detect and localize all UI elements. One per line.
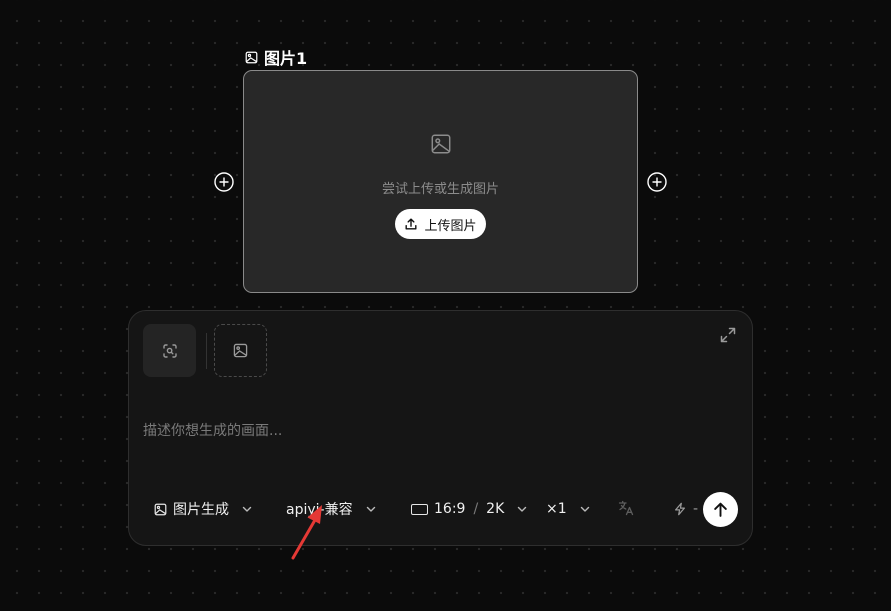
cost-indicator: - bbox=[673, 497, 698, 521]
translate-icon[interactable] bbox=[618, 500, 634, 516]
image-icon bbox=[154, 503, 167, 515]
aspect-ratio-select[interactable]: 16:9 / 2K bbox=[411, 497, 528, 521]
chevron-down-icon bbox=[366, 506, 375, 512]
image-count-value: ×1 bbox=[546, 501, 567, 517]
image-icon bbox=[233, 343, 248, 358]
rectangle-icon bbox=[411, 503, 428, 515]
scan-search-icon bbox=[162, 343, 177, 358]
resolution-value: 2K bbox=[486, 501, 505, 517]
node-title: 图片1 bbox=[245, 47, 308, 68]
chevron-down-icon bbox=[242, 506, 252, 512]
upload-image-label: 上传图片 bbox=[424, 218, 477, 234]
empty-hint: 尝试上传或生成图片 bbox=[381, 182, 499, 197]
mode-select[interactable]: 图片生成 bbox=[154, 497, 253, 521]
node-title-text: 图片1 bbox=[264, 49, 308, 68]
arrow-up-icon bbox=[714, 502, 727, 517]
upload-image-button[interactable]: 上传图片 bbox=[395, 209, 486, 239]
image-placeholder-icon bbox=[431, 134, 451, 154]
prompt-panel: 图片生成 apiyi-兼容 16:9 / 2K ×1 - bbox=[128, 310, 753, 546]
upload-icon bbox=[405, 218, 417, 230]
chevron-down-icon bbox=[580, 506, 589, 512]
aspect-ratio-value: 16:9 bbox=[434, 501, 466, 517]
annotation-arrow bbox=[291, 505, 322, 560]
ratio-separator: / bbox=[473, 501, 479, 517]
image-count-select[interactable]: ×1 bbox=[546, 497, 591, 521]
expand-icon[interactable] bbox=[720, 327, 736, 343]
image-node[interactable]: 尝试上传或生成图片 上传图片 bbox=[243, 70, 638, 293]
add-node-right-button[interactable] bbox=[647, 172, 667, 192]
image-icon bbox=[245, 51, 258, 63]
reference-select-button[interactable] bbox=[143, 324, 196, 377]
cost-value: - bbox=[693, 501, 699, 517]
send-button[interactable] bbox=[703, 492, 738, 527]
add-node-left-button[interactable] bbox=[214, 172, 234, 192]
add-reference-image-slot[interactable] bbox=[214, 324, 267, 377]
mode-label: 图片生成 bbox=[173, 502, 229, 518]
prompt-input[interactable] bbox=[143, 401, 733, 461]
chevron-down-icon bbox=[518, 506, 527, 512]
lightning-icon bbox=[675, 502, 685, 516]
divider bbox=[206, 333, 207, 369]
